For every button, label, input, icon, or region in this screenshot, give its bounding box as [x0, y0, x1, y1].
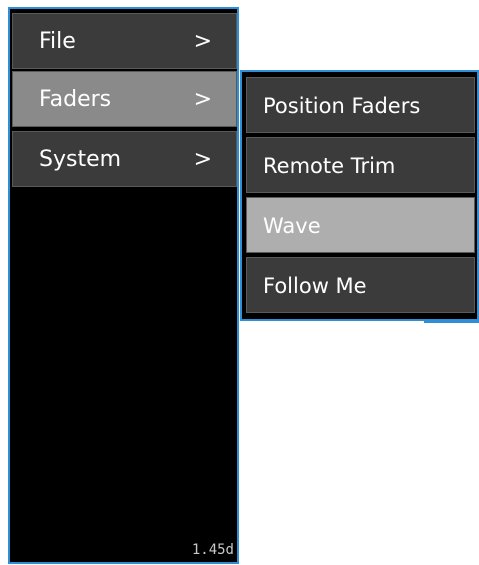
submenu-arrow-icon: >	[193, 87, 212, 112]
submenu-item-wave[interactable]: Wave	[246, 197, 475, 253]
menu-item-faders[interactable]: Faders >	[12, 71, 237, 127]
submenu-arrow-icon: >	[193, 147, 212, 172]
submenu-item-label: Position Faders	[263, 94, 421, 118]
main-menu-panel: File > Faders > System > 1.45d	[8, 7, 239, 564]
submenu-edge-divider	[424, 321, 479, 323]
menu-item-label: File	[39, 29, 76, 54]
menu-item-label: System	[39, 147, 122, 172]
faders-submenu-panel: Position Faders Remote Trim Wave Follow …	[240, 70, 479, 321]
menu-item-file[interactable]: File >	[12, 13, 237, 69]
submenu-item-follow-me[interactable]: Follow Me	[246, 257, 475, 313]
submenu-item-remote-trim[interactable]: Remote Trim	[246, 137, 475, 193]
menu-item-label: Faders	[39, 87, 112, 112]
menu-item-system[interactable]: System >	[12, 131, 237, 187]
submenu-item-position-faders[interactable]: Position Faders	[246, 77, 475, 133]
submenu-arrow-icon: >	[193, 29, 212, 54]
submenu-item-label: Follow Me	[263, 274, 367, 298]
submenu-item-label: Remote Trim	[263, 154, 396, 178]
version-label: 1.45d	[191, 542, 234, 558]
submenu-item-label: Wave	[263, 214, 321, 238]
